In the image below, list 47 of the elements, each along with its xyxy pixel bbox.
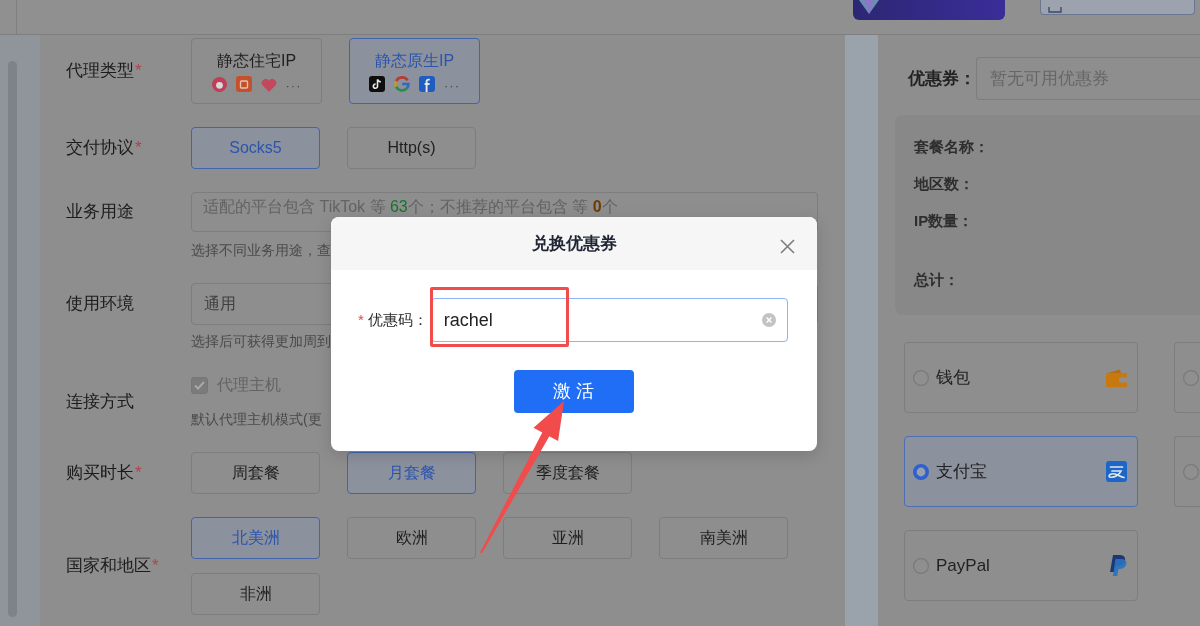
field-label: 交付协议* [66, 137, 142, 159]
field-label: 业务用途 [66, 201, 134, 223]
close-icon [780, 239, 795, 254]
activate-button[interactable]: 激 活 [514, 370, 634, 413]
choice-button[interactable]: 非洲 [191, 573, 320, 615]
gem-icon [857, 0, 881, 14]
check-icon [194, 380, 205, 390]
payment-option[interactable]: PayPal [904, 530, 1138, 601]
hint-text: 默认代理主机模式(更 [191, 410, 322, 429]
option-card[interactable]: 静态原生IP ··· [349, 38, 480, 104]
field-label: 购买时长* [66, 462, 142, 484]
paypal-icon [1109, 555, 1127, 576]
dialog-title: 兑换优惠券 [531, 232, 617, 255]
field-label: * 优惠码： [358, 309, 428, 330]
field-label: 代理类型* [66, 60, 142, 82]
shopping-bag-icon [235, 75, 252, 92]
app-tile-icon [1106, 461, 1127, 482]
clear-icon[interactable] [761, 313, 776, 327]
radio-icon [913, 463, 929, 480]
heart-icon [260, 77, 277, 92]
choice-button[interactable]: 南美洲 [659, 517, 788, 559]
choice-button[interactable]: 周套餐 [191, 452, 320, 494]
google-icon [394, 75, 410, 92]
choice-button[interactable]: 季度套餐 [503, 452, 632, 494]
choice-button[interactable]: Http(s) [347, 127, 476, 169]
close-button[interactable] [779, 238, 796, 255]
payment-option[interactable]: 支付宝 [904, 436, 1138, 507]
music-note-icon [369, 75, 385, 92]
facebook-icon [419, 75, 435, 92]
coupon-label: 优惠券： [908, 67, 976, 90]
hint-text: 选择不同业务用途，查 [191, 241, 331, 260]
field-label: 国家和地区* [66, 555, 159, 577]
choice-button[interactable]: 亚洲 [503, 517, 632, 559]
hint-text: 选择后可获得更加周到 [191, 332, 331, 351]
promo-badge[interactable] [853, 0, 1005, 20]
field-label: 使用环境 [66, 293, 134, 315]
wallet-icon [1106, 368, 1127, 387]
summary-label: 套餐名称： [914, 137, 989, 157]
total-label: 总计： [914, 270, 959, 290]
summary-label: IP数量： [914, 211, 974, 231]
option-card[interactable]: 静态住宅IP ··· [191, 38, 322, 104]
field-label: 连接方式 [66, 390, 134, 413]
choice-button[interactable]: 欧洲 [347, 517, 476, 559]
payment-option[interactable]: 钱包 [904, 342, 1138, 413]
balance-button[interactable] [1040, 0, 1195, 15]
ring-logo-icon [211, 76, 227, 92]
summary-label: 地区数： [914, 174, 974, 194]
